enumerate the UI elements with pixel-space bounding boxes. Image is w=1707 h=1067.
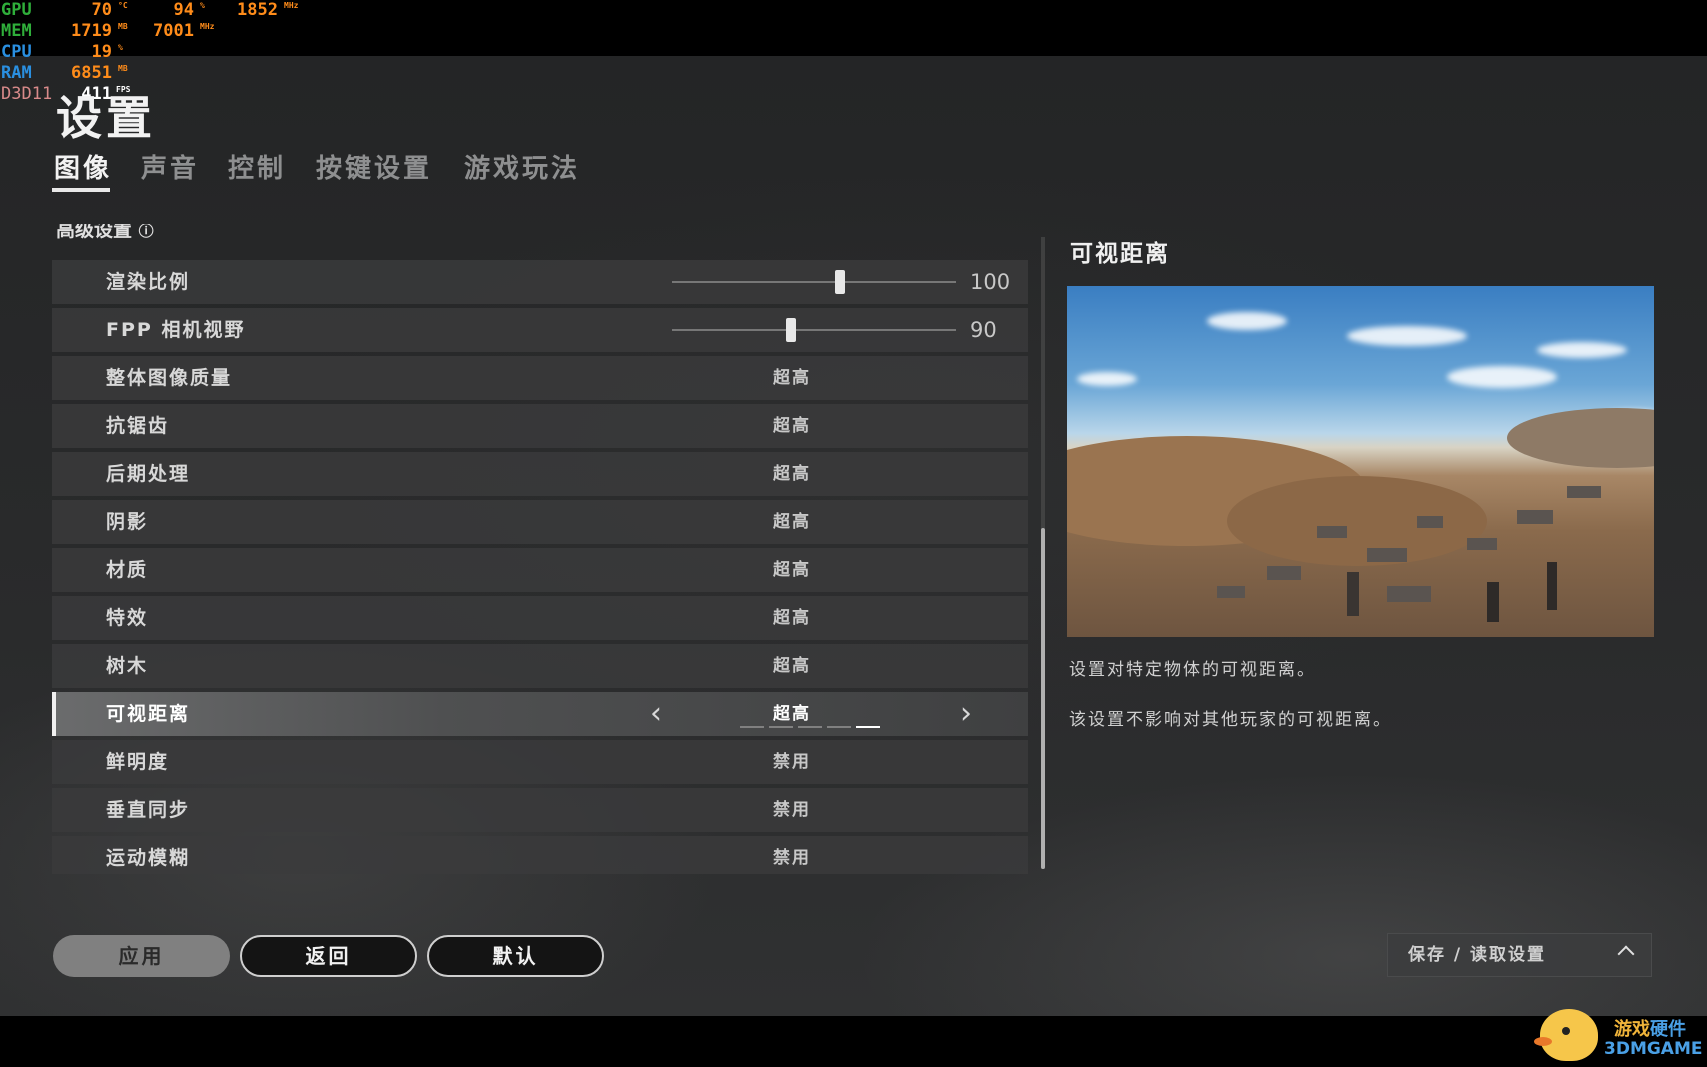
default-button[interactable]: 默认 bbox=[427, 935, 604, 977]
setting-label: 鲜明度 bbox=[106, 751, 170, 773]
osd-ram-key: RAM bbox=[1, 63, 32, 83]
osd-cpu-key: CPU bbox=[1, 42, 32, 62]
setting-value: 超高 bbox=[773, 512, 811, 532]
setting-value: 超高 bbox=[773, 368, 811, 388]
setting-value: 超高 bbox=[773, 704, 811, 724]
slider-track[interactable] bbox=[672, 281, 956, 283]
slider-value: 100 bbox=[970, 270, 1011, 294]
osd-ram-used: 6851 bbox=[71, 63, 112, 83]
watermark-cn: 游戏硬件 bbox=[1614, 1015, 1686, 1041]
setting-label: 后期处理 bbox=[106, 463, 191, 485]
osd-cpu-load-unit: % bbox=[118, 43, 123, 52]
setting-label: 渲染比例 bbox=[106, 271, 191, 293]
setting-value: 禁用 bbox=[773, 752, 811, 772]
tab-control[interactable]: 控制 bbox=[228, 148, 286, 185]
page-title: 设置 bbox=[56, 91, 156, 145]
osd-cpu-load: 19 bbox=[91, 42, 112, 62]
level-dash bbox=[856, 726, 880, 728]
save-load-settings-dropdown[interactable]: 保存 / 读取设置 bbox=[1387, 933, 1652, 977]
chevron-left-icon[interactable]: ‹ bbox=[650, 692, 662, 736]
setting-label: 运动模糊 bbox=[106, 847, 191, 869]
bottom-overlay-bar bbox=[0, 1016, 1707, 1067]
back-button[interactable]: 返回 bbox=[240, 935, 417, 977]
setting-row-view-distance[interactable]: 可视距离 ‹ 超高 › bbox=[52, 692, 1028, 736]
level-dash bbox=[798, 726, 822, 728]
setting-row-sharpness[interactable]: 鲜明度 禁用 bbox=[52, 740, 1028, 784]
scrollbar-thumb[interactable] bbox=[1041, 528, 1045, 869]
osd-mem-used-unit: MB bbox=[118, 22, 128, 31]
level-dash bbox=[769, 726, 793, 728]
slider-value: 90 bbox=[970, 318, 997, 342]
info-panel-title: 可视距离 bbox=[1070, 241, 1170, 267]
chevron-right-icon[interactable]: › bbox=[960, 692, 972, 736]
section-title: 高级设置 bbox=[56, 224, 133, 241]
watermark-cn-a: 游戏 bbox=[1614, 1019, 1650, 1040]
setting-row-post-processing[interactable]: 后期处理 超高 bbox=[52, 452, 1028, 496]
settings-list: 渲染比例 100 FPP 相机视野 90 整体图像质量 超高 抗锯齿 超高 后期… bbox=[52, 260, 1028, 874]
setting-label: 垂直同步 bbox=[106, 799, 191, 821]
watermark-cn-b: 硬件 bbox=[1650, 1019, 1686, 1040]
setting-value: 超高 bbox=[773, 464, 811, 484]
setting-row-textures[interactable]: 材质 超高 bbox=[52, 548, 1028, 592]
setting-row-shadows[interactable]: 阴影 超高 bbox=[52, 500, 1028, 544]
save-load-label: 保存 / 读取设置 bbox=[1408, 945, 1547, 965]
setting-value: 超高 bbox=[773, 608, 811, 628]
tab-keybindings[interactable]: 按键设置 bbox=[316, 148, 432, 185]
setting-value: 超高 bbox=[773, 656, 811, 676]
level-indicator bbox=[740, 726, 900, 728]
osd-gpu-temp: 70 bbox=[91, 0, 112, 20]
slider-thumb[interactable] bbox=[786, 318, 797, 342]
setting-row-overall-quality[interactable]: 整体图像质量 超高 bbox=[52, 356, 1028, 400]
watermark-logo: 游戏硬件 3DMGAME bbox=[1534, 1005, 1703, 1065]
setting-row-anti-aliasing[interactable]: 抗锯齿 超高 bbox=[52, 404, 1028, 448]
osd-gpu-key: GPU bbox=[1, 0, 32, 20]
osd-d3d-key: D3D11 bbox=[1, 84, 53, 104]
osd-ram-used-unit: MB bbox=[118, 64, 128, 73]
setting-value: 禁用 bbox=[773, 848, 811, 868]
setting-row-fpp-fov[interactable]: FPP 相机视野 90 bbox=[52, 308, 1028, 352]
osd-mem-clock: 7001 bbox=[153, 21, 194, 41]
setting-label: 整体图像质量 bbox=[106, 367, 233, 389]
setting-value: 禁用 bbox=[773, 800, 811, 820]
osd-mem-used: 1719 bbox=[71, 21, 112, 41]
osd-gpu-load-unit: % bbox=[200, 1, 205, 10]
level-dash bbox=[827, 726, 851, 728]
slider-track[interactable] bbox=[672, 329, 956, 331]
osd-gpu-temp-unit: °C bbox=[118, 1, 128, 10]
setting-value: 超高 bbox=[773, 416, 811, 436]
tab-sound[interactable]: 声音 bbox=[141, 148, 199, 185]
preview-image bbox=[1067, 286, 1654, 637]
chevron-up-icon bbox=[1617, 945, 1635, 963]
setting-label: 树木 bbox=[106, 655, 149, 677]
info-description-line-1: 设置对特定物体的可视距离。 bbox=[1069, 660, 1316, 680]
setting-row-vsync[interactable]: 垂直同步 禁用 bbox=[52, 788, 1028, 832]
duck-mascot-icon bbox=[1534, 1009, 1598, 1061]
osd-gpu-clock: 1852 bbox=[237, 0, 278, 20]
setting-label: FPP 相机视野 bbox=[106, 319, 246, 341]
setting-label: 特效 bbox=[106, 607, 149, 629]
info-circle-icon: ⓘ bbox=[138, 224, 154, 240]
setting-row-render-scale[interactable]: 渲染比例 100 bbox=[52, 260, 1028, 304]
info-description-line-2: 该设置不影响对其他玩家的可视距离。 bbox=[1069, 710, 1392, 730]
setting-label: 抗锯齿 bbox=[106, 415, 170, 437]
setting-label: 可视距离 bbox=[106, 703, 191, 725]
setting-value: 超高 bbox=[773, 560, 811, 580]
watermark-en: 3DMGAME bbox=[1604, 1039, 1703, 1059]
setting-row-foliage[interactable]: 树木 超高 bbox=[52, 644, 1028, 688]
apply-button[interactable]: 应用 bbox=[53, 935, 230, 977]
level-dash bbox=[740, 726, 764, 728]
active-tab-underline bbox=[52, 188, 110, 192]
osd-mem-key: MEM bbox=[1, 21, 32, 41]
tab-gameplay[interactable]: 游戏玩法 bbox=[464, 148, 580, 185]
slider-thumb[interactable] bbox=[834, 270, 845, 294]
section-header: 高级设置 ⓘ bbox=[56, 224, 256, 246]
osd-gpu-clock-unit: MHz bbox=[284, 1, 299, 10]
setting-label: 材质 bbox=[106, 559, 149, 581]
osd-gpu-load: 94 bbox=[173, 0, 194, 20]
setting-label: 阴影 bbox=[106, 511, 149, 533]
setting-row-motion-blur[interactable]: 运动模糊 禁用 bbox=[52, 836, 1028, 874]
osd-mem-clock-unit: MHz bbox=[200, 22, 215, 31]
setting-row-effects[interactable]: 特效 超高 bbox=[52, 596, 1028, 640]
tab-graphics[interactable]: 图像 bbox=[54, 148, 112, 185]
